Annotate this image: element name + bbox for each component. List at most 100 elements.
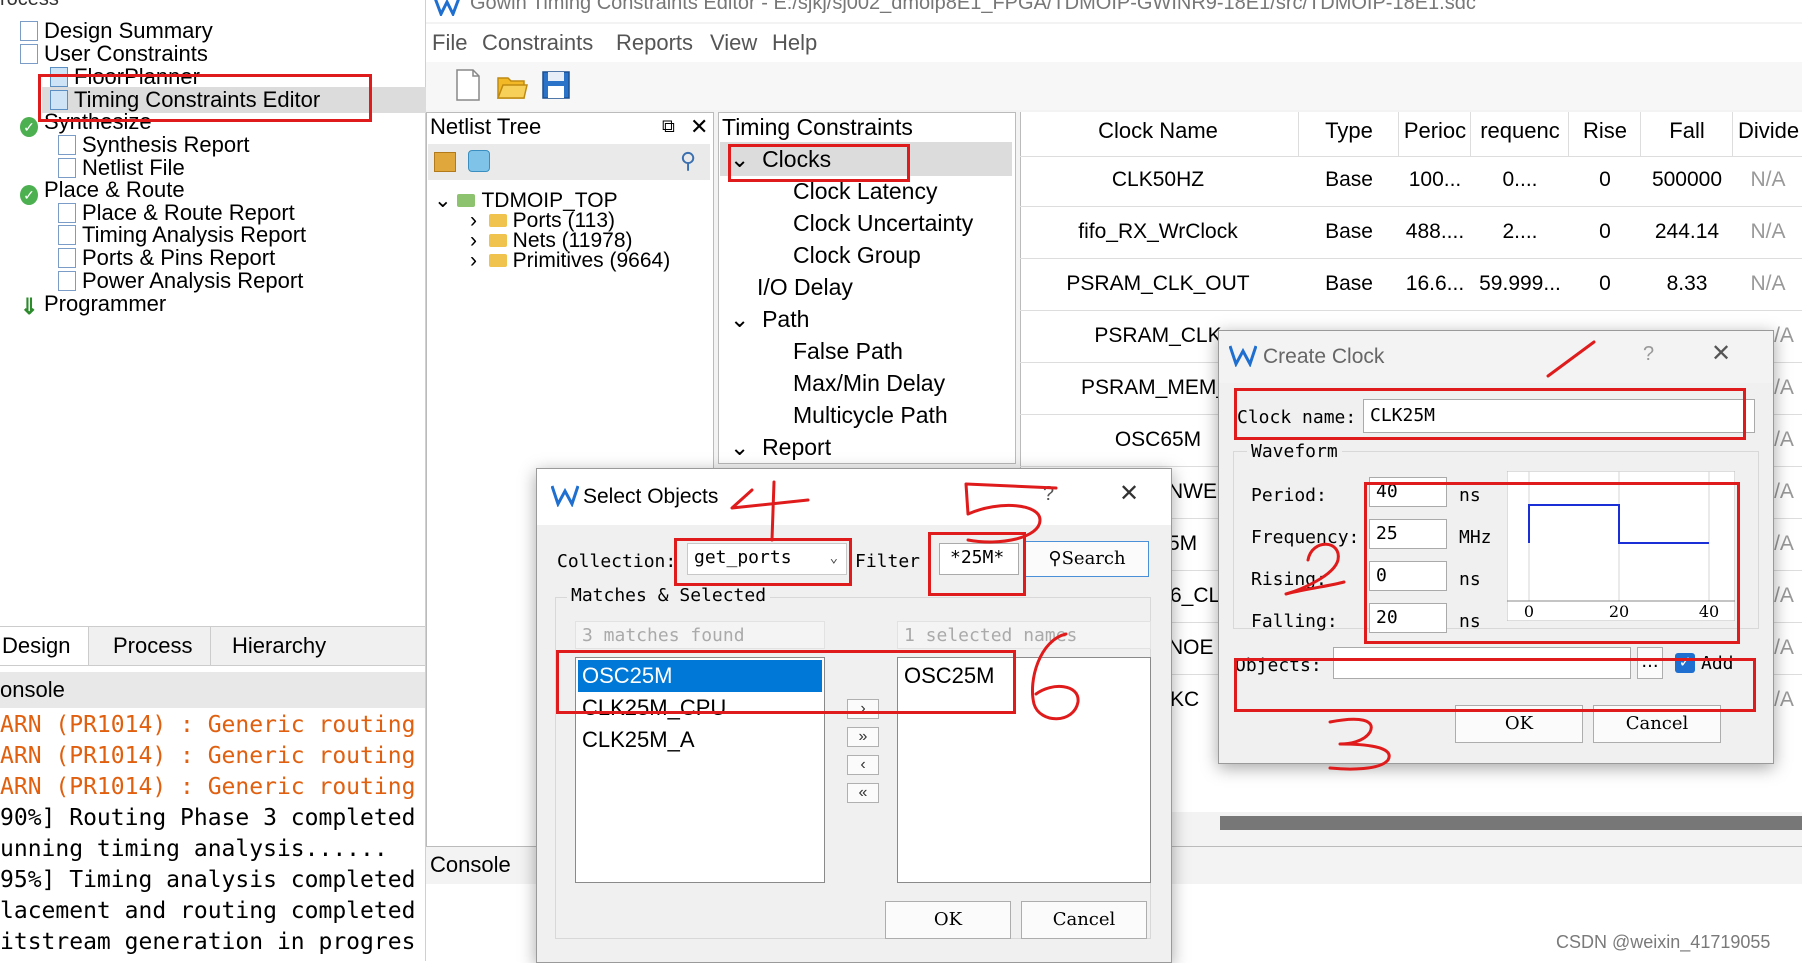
toolbar (426, 62, 1802, 110)
console-line: lacement and routing completed (0, 898, 416, 924)
folder-icon (488, 254, 507, 267)
constraint-io-delay[interactable]: I/O Delay (757, 272, 853, 302)
column-header-divide[interactable]: Divide (1734, 118, 1802, 144)
cell-frequency[interactable]: 59.999... (1472, 272, 1568, 296)
expand-icon[interactable]: › (470, 249, 477, 272)
close-icon[interactable]: ✕ (1119, 479, 1139, 508)
netlist-node-primitives[interactable]: › Primitives (9664) (470, 250, 670, 272)
cell-frequency[interactable]: 0.... (1472, 168, 1568, 192)
cell-fall[interactable]: 500000 (1642, 168, 1732, 192)
help-icon[interactable]: ? (1643, 343, 1654, 366)
doc-icon (20, 44, 38, 64)
search-icon[interactable]: ⚲ (680, 148, 696, 174)
remove-all-button[interactable]: « (847, 783, 879, 803)
tree-item-label: Programmer (44, 291, 167, 316)
close-panel-icon[interactable]: ✕ (690, 114, 708, 140)
tree-item-programmer[interactable]: ⇓ Programmer (20, 291, 167, 319)
horizontal-scrollbar[interactable] (1220, 816, 1802, 830)
remove-selected-button[interactable]: ‹ (847, 755, 879, 775)
console-title: onsole (0, 672, 425, 708)
ok-button[interactable]: OK (885, 901, 1011, 939)
tab-design[interactable]: Design (0, 627, 90, 665)
column-header-type[interactable]: Type (1300, 118, 1398, 144)
annotation-box-clocks (728, 144, 910, 182)
cell-clock-name[interactable]: fifo_RX_WrClock (1020, 220, 1296, 244)
menu-file[interactable]: File (432, 30, 467, 56)
hierarchy-icon[interactable] (468, 150, 490, 172)
constraint-max-min-delay[interactable]: Max/Min Delay (793, 368, 945, 398)
annotation-box-objects (1234, 658, 1756, 712)
cell-period[interactable]: 16.6... (1400, 272, 1470, 296)
doc-icon (58, 248, 76, 268)
column-header-rise[interactable]: Rise (1570, 118, 1640, 144)
save-icon[interactable] (540, 68, 572, 102)
float-panel-icon[interactable]: ⧉ (662, 116, 675, 137)
cell-divide[interactable]: N/A (1734, 272, 1802, 296)
cell-type[interactable]: Base (1300, 272, 1398, 296)
column-divider (1470, 112, 1471, 156)
cell-rise[interactable]: 0 (1570, 168, 1640, 192)
dialog-title: Select Objects (583, 485, 719, 508)
cell-clock-name[interactable]: PSRAM_CLK_OUT (1020, 272, 1296, 296)
netlist-tree-title: Netlist Tree (430, 114, 542, 139)
constraint-clock-group[interactable]: Clock Group (793, 240, 921, 270)
cell-type[interactable]: Base (1300, 220, 1398, 244)
column-divider (1732, 112, 1733, 156)
cell-fall[interactable]: 8.33 (1642, 272, 1732, 296)
cell-clock-name[interactable]: NOE (1168, 636, 1214, 660)
row-divider (1020, 156, 1802, 157)
close-icon[interactable]: ✕ (1711, 339, 1731, 368)
doc-icon (58, 225, 76, 245)
menu-view[interactable]: View (710, 30, 757, 56)
menu-reports[interactable]: Reports (616, 30, 693, 56)
doc-icon (58, 158, 76, 178)
cell-fall[interactable]: 244.14 (1642, 220, 1732, 244)
menu-help[interactable]: Help (772, 30, 817, 56)
column-header-frequency[interactable]: requenc (1472, 118, 1568, 144)
match-item-clk25m-a[interactable]: CLK25M_A (578, 724, 822, 756)
cube-icon[interactable] (434, 152, 456, 172)
constraint-report[interactable]: ⌄ Report (730, 432, 831, 462)
cell-period[interactable]: 100... (1400, 168, 1470, 192)
process-panel-title: rocess (0, 0, 59, 11)
console-line: ARN (PR1014) : Generic routing (0, 712, 416, 738)
cell-type[interactable]: Base (1300, 168, 1398, 192)
tree-item-label: Power Analysis Report (82, 268, 304, 293)
column-header-period[interactable]: Perioc (1400, 118, 1470, 144)
new-file-icon[interactable] (452, 68, 484, 102)
tree-item-label: Ports & Pins Report (82, 245, 276, 270)
falling-label: Falling: (1251, 611, 1338, 632)
collapse-icon[interactable]: ⌄ (730, 306, 749, 332)
cell-rise[interactable]: 0 (1570, 220, 1640, 244)
cell-clock-name[interactable]: KC (1170, 688, 1199, 712)
tree-item-label: Place & Route (44, 177, 185, 202)
column-header-clock-name[interactable]: Clock Name (1020, 118, 1296, 144)
cell-clock-name[interactable]: CLK50HZ (1020, 168, 1296, 192)
tree-item-label: Synthesis Report (82, 132, 250, 157)
cell-period[interactable]: 488.... (1400, 220, 1470, 244)
constraint-clock-uncertainty[interactable]: Clock Uncertainty (793, 208, 973, 238)
column-divider (1640, 112, 1641, 156)
search-button[interactable]: ⚲Search (1025, 541, 1149, 577)
help-icon[interactable]: ? (1043, 483, 1054, 506)
cell-clock-name[interactable]: 5M (1168, 532, 1197, 556)
tab-process[interactable]: Process (95, 627, 212, 665)
cell-clock-name[interactable]: 6_CL (1170, 584, 1220, 608)
collapse-icon[interactable]: ⌄ (730, 434, 749, 460)
tab-hierarchy[interactable]: Hierarchy (214, 627, 344, 665)
constraint-path[interactable]: ⌄ Path (730, 304, 809, 334)
annotation-box-timing-editor (38, 74, 372, 122)
collapse-icon[interactable]: ⌄ (434, 189, 452, 212)
cell-clock-name[interactable]: NWE (1168, 480, 1217, 504)
constraint-multicycle-path[interactable]: Multicycle Path (793, 400, 948, 430)
cancel-button[interactable]: Cancel (1021, 901, 1147, 939)
column-header-fall[interactable]: Fall (1642, 118, 1732, 144)
cell-divide[interactable]: N/A (1734, 220, 1802, 244)
add-all-button[interactable]: » (847, 727, 879, 747)
cell-rise[interactable]: 0 (1570, 272, 1640, 296)
constraint-false-path[interactable]: False Path (793, 336, 903, 366)
menu-constraints[interactable]: Constraints (482, 30, 593, 56)
cell-divide[interactable]: N/A (1734, 168, 1802, 192)
cell-frequency[interactable]: 2.... (1472, 220, 1568, 244)
open-folder-icon[interactable] (496, 68, 528, 102)
